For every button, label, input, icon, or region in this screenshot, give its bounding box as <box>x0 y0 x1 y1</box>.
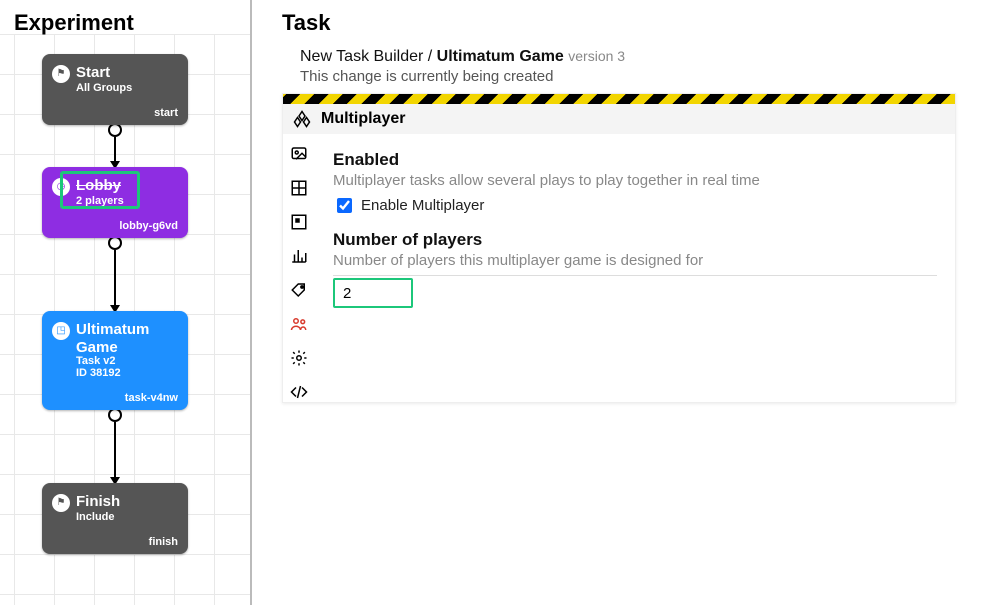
node-lobby-tag: lobby-g6vd <box>52 220 178 232</box>
section-container: Multiplayer <box>282 93 956 403</box>
players-input[interactable]: 2 <box>333 278 413 308</box>
box-icon[interactable] <box>289 212 309 232</box>
node-start-sub: All Groups <box>76 82 178 95</box>
code-icon[interactable] <box>289 382 309 402</box>
node-start-title: Start <box>76 64 110 81</box>
players-title: Number of players <box>333 230 937 250</box>
experiment-title: Experiment <box>14 10 250 36</box>
experiment-panel: Experiment ⚑ Start All Groups start ◷ <box>0 0 252 605</box>
node-lobby[interactable]: ◷ Lobby 2 players lobby-g6vd <box>42 167 188 238</box>
people-icon[interactable] <box>289 314 309 334</box>
node-task-title: Ultimatum Game <box>76 321 178 356</box>
enabled-title: Enabled <box>333 150 937 170</box>
image-icon[interactable] <box>289 144 309 164</box>
section-icon-rail <box>283 134 315 402</box>
chart-icon[interactable] <box>289 246 309 266</box>
connector <box>42 408 188 485</box>
node-finish[interactable]: ⚑ Finish Include finish <box>42 483 188 554</box>
breadcrumb-version: version 3 <box>568 48 625 64</box>
breadcrumb: New Task Builder / Ultimatum Game versio… <box>300 48 956 66</box>
node-task[interactable]: ◳ Ultimatum Game Task v2 ID 38192 task-v… <box>42 311 188 410</box>
separator <box>333 275 937 276</box>
breadcrumb-sep: / <box>428 48 432 65</box>
node-task-tag: task-v4nw <box>52 392 178 404</box>
breadcrumb-builder[interactable]: New Task Builder <box>300 48 423 65</box>
section-content: Enabled Multiplayer tasks allow several … <box>315 134 955 402</box>
flag-icon: ⚑ <box>52 65 70 83</box>
enabled-desc: Multiplayer tasks allow several plays to… <box>333 172 937 189</box>
breadcrumb-name: Ultimatum Game <box>437 48 564 65</box>
grid-icon[interactable] <box>289 178 309 198</box>
tag-icon[interactable] <box>289 280 309 300</box>
players-desc: Number of players this multiplayer game … <box>333 252 937 269</box>
task-panel: Task New Task Builder / Ultimatum Game v… <box>252 0 986 605</box>
multiplayer-icon <box>293 110 311 128</box>
task-title: Task <box>282 10 956 36</box>
gear-icon[interactable] <box>289 348 309 368</box>
connector <box>42 123 188 169</box>
players-value: 2 <box>343 285 351 302</box>
node-task-sub2: ID 38192 <box>76 367 178 380</box>
highlight-lobby <box>60 171 140 209</box>
hazard-stripe <box>283 94 955 104</box>
enable-multiplayer-checkbox[interactable] <box>337 198 352 213</box>
node-start[interactable]: ⚑ Start All Groups start <box>42 54 188 125</box>
flow-diagram: ⚑ Start All Groups start ◷ Lobby 2 playe… <box>42 54 188 554</box>
enable-multiplayer-label: Enable Multiplayer <box>361 197 484 214</box>
enable-multiplayer-row[interactable]: Enable Multiplayer <box>333 195 937 216</box>
node-finish-title: Finish <box>76 493 120 510</box>
section-header: Multiplayer <box>283 104 955 134</box>
node-finish-tag: finish <box>52 536 178 548</box>
task-icon: ◳ <box>52 322 70 340</box>
status-text: This change is currently being created <box>300 68 956 85</box>
connector <box>42 236 188 313</box>
node-start-tag: start <box>52 107 178 119</box>
flag-icon: ⚑ <box>52 494 70 512</box>
section-header-label: Multiplayer <box>321 110 405 128</box>
node-finish-sub: Include <box>76 511 178 524</box>
